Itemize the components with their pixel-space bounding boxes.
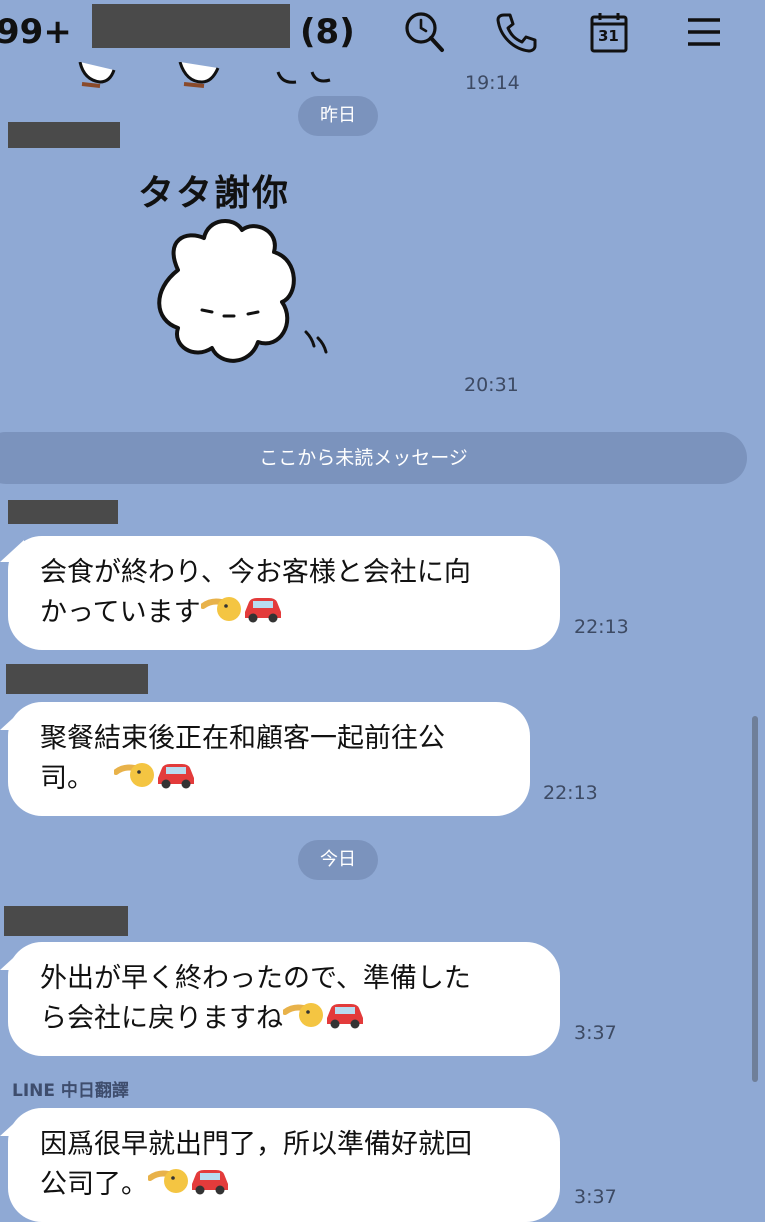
thank-you-sticker[interactable]: タタ謝你 — [134, 160, 344, 390]
chat-header: 99+ (8) 31 — [0, 0, 765, 70]
date-separator-today: 今日 — [298, 840, 378, 880]
unread-divider: ここから未読メッセージ — [0, 432, 747, 484]
message-time: 19:14 — [465, 72, 520, 94]
message-time: 22:13 — [543, 782, 598, 804]
unread-count-badge[interactable]: 99+ — [0, 12, 72, 52]
previous-sticker — [60, 62, 360, 96]
message-text-line2: 公司了。 — [40, 1164, 532, 1207]
car-emoji-icon — [241, 592, 285, 635]
pointing-face-emoji-icon — [282, 998, 323, 1041]
car-emoji-icon — [154, 758, 198, 801]
pointing-face-emoji-icon — [199, 592, 241, 635]
redacted-sender-name — [6, 664, 148, 694]
phone-icon[interactable] — [494, 10, 538, 54]
member-count: (8) — [300, 12, 355, 52]
calendar-icon[interactable]: 31 — [588, 10, 632, 54]
pointing-face-emoji-icon — [113, 758, 154, 801]
message-time: 3:37 — [574, 1186, 617, 1208]
message-bubble[interactable]: 外出が早く終わったので、準備した ら会社に戻りますね — [8, 942, 560, 1056]
message-text-line1: 会食が終わり、今お客様と会社に向 — [40, 557, 471, 588]
message-text-line2: かっています — [40, 592, 532, 635]
message-time: 3:37 — [574, 1022, 617, 1044]
message-text-line2: ら会社に戻りますね — [40, 998, 532, 1041]
message-bubble[interactable]: 聚餐結束後正在和顧客一起前往公 司。 — [8, 702, 530, 816]
translation-label: LINE 中日翻譯 — [12, 1081, 129, 1101]
message-text-line2: 司。 — [40, 758, 502, 801]
message-bubble[interactable]: 会食が終わり、今お客様と会社に向 かっています — [8, 536, 560, 650]
message-text-line1: 外出が早く終わったので、準備した — [40, 963, 471, 994]
message-time: 20:31 — [464, 374, 519, 396]
message-bubble[interactable]: 因爲很早就出門了，所以準備好就回 公司了。 — [8, 1108, 560, 1222]
message-time: 22:13 — [574, 616, 629, 638]
message-text-line1: 聚餐結束後正在和顧客一起前往公 — [40, 723, 445, 754]
redacted-sender-name — [4, 906, 128, 936]
scrollbar[interactable] — [752, 716, 758, 1082]
redacted-chat-name — [92, 4, 290, 48]
search-icon[interactable] — [402, 10, 446, 54]
car-emoji-icon — [188, 1164, 232, 1207]
message-text-line1: 因爲很早就出門了，所以準備好就回 — [40, 1129, 472, 1160]
redacted-sender-name — [8, 122, 120, 148]
car-emoji-icon — [323, 998, 367, 1041]
calendar-day: 31 — [598, 27, 619, 45]
redacted-sender-name — [8, 500, 118, 524]
date-separator-yesterday: 昨日 — [298, 96, 378, 136]
pointing-face-emoji-icon — [147, 1164, 188, 1207]
menu-icon[interactable] — [684, 10, 728, 54]
